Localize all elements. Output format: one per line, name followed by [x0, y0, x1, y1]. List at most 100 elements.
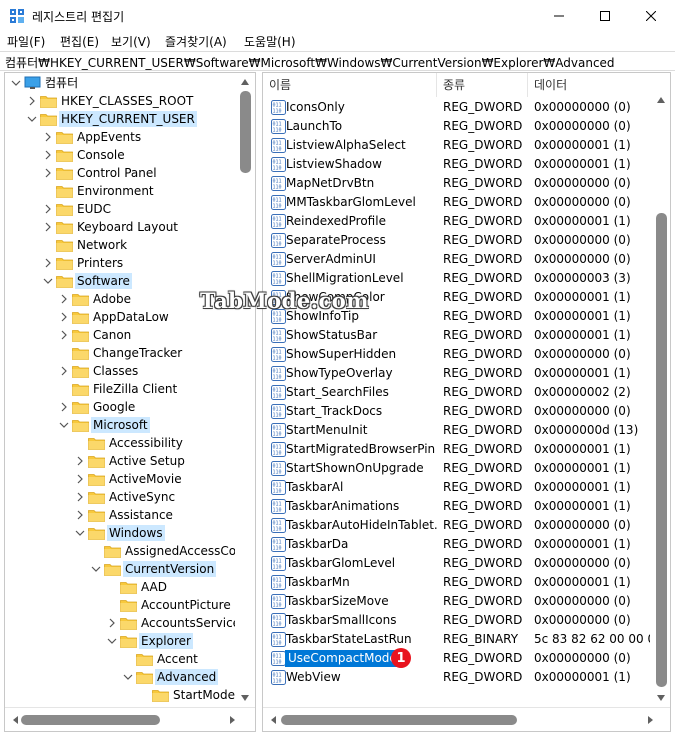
tree-node[interactable]: Control Panel: [5, 164, 235, 182]
value-row[interactable]: 011 110 ReindexedProfile REG_DWORD 0x0000000…: [263, 212, 651, 231]
scroll-down-arrow-icon[interactable]: [657, 695, 665, 701]
value-row[interactable]: 011 110 ShowTypeOverlay REG_DWORD 0x00000001…: [263, 364, 651, 383]
chevron-down-icon[interactable]: [11, 74, 21, 92]
value-row[interactable]: 011 110 TaskbarDa REG_DWORD 0x00000001 (1): [263, 535, 651, 554]
value-row[interactable]: 011 110 StartMigratedBrowserPin REG_DWORD 0x…: [263, 440, 651, 459]
column-header-name[interactable]: 이름: [263, 73, 437, 97]
values-hscroll-thumb[interactable]: [281, 715, 517, 725]
scroll-right-arrow-icon[interactable]: [648, 716, 653, 724]
values-scrollbar-thumb[interactable]: [656, 213, 667, 687]
scroll-down-arrow-icon[interactable]: [241, 695, 249, 701]
value-row[interactable]: 011 110 TaskbarAl REG_DWORD 0x00000001 (1): [263, 478, 651, 497]
chevron-down-icon[interactable]: [91, 560, 101, 578]
tree-horizontal-scrollbar[interactable]: [5, 707, 255, 731]
value-row[interactable]: 011 110 TaskbarSizeMove REG_DWORD 0x00000000…: [263, 592, 651, 611]
values-list-pane[interactable]: 이름 종류 데이터 011 110 IconsOnly REG_DWORD 0x0000…: [262, 72, 671, 732]
tree-node[interactable]: Network: [5, 236, 235, 254]
maximize-button[interactable]: [582, 0, 628, 31]
value-row[interactable]: 011 110 TaskbarSmallIcons REG_DWORD 0x000000…: [263, 611, 651, 630]
value-row[interactable]: 011 110 LaunchTo REG_DWORD 0x00000000 (0): [263, 117, 651, 136]
menu-favorites[interactable]: 즐겨찾기(A): [165, 33, 227, 50]
tree-node[interactable]: CurrentVersion: [5, 560, 235, 578]
values-horizontal-scrollbar[interactable]: [263, 707, 670, 731]
tree-node[interactable]: AccountPicture: [5, 596, 235, 614]
tree-node[interactable]: Microsoft: [5, 416, 235, 434]
tree-node[interactable]: Explorer: [5, 632, 235, 650]
tree-node[interactable]: Classes: [5, 362, 235, 380]
tree-node[interactable]: Keyboard Layout: [5, 218, 235, 236]
column-header-data[interactable]: 데이터: [528, 73, 651, 97]
tree-node[interactable]: AssignedAccessCor: [5, 542, 241, 560]
tree-vertical-scrollbar[interactable]: [235, 73, 255, 707]
tree-node[interactable]: Advanced: [5, 668, 235, 686]
address-bar[interactable]: 컴퓨터₩HKEY_CURRENT_USER₩Software₩Microsoft…: [0, 51, 675, 71]
chevron-right-icon[interactable]: [27, 92, 37, 110]
tree-node[interactable]: HKEY_CLASSES_ROOT: [5, 92, 235, 110]
tree-node[interactable]: Windows: [5, 524, 235, 542]
tree-node[interactable]: Google: [5, 398, 235, 416]
tree-hscroll-thumb[interactable]: [21, 715, 160, 725]
chevron-right-icon[interactable]: [75, 470, 85, 488]
menu-edit[interactable]: 편집(E): [60, 33, 99, 50]
menu-view[interactable]: 보기(V): [111, 33, 151, 50]
chevron-right-icon[interactable]: [59, 290, 69, 308]
chevron-right-icon[interactable]: [59, 326, 69, 344]
value-row[interactable]: 011 110 TaskbarAnimations REG_DWORD 0x000000…: [263, 497, 651, 516]
tree-node[interactable]: ActiveSync: [5, 488, 235, 506]
chevron-down-icon[interactable]: [107, 632, 117, 650]
tree-node[interactable]: AccountsService: [5, 614, 240, 632]
tree-node[interactable]: Canon: [5, 326, 235, 344]
scroll-left-arrow-icon[interactable]: [13, 716, 18, 724]
value-row[interactable]: 011 110 StartMenuInit REG_DWORD 0x0000000d (…: [263, 421, 651, 440]
tree-node[interactable]: AppEvents: [5, 128, 235, 146]
chevron-right-icon[interactable]: [43, 128, 53, 146]
value-row[interactable]: 011 110 TaskbarGlomLevel REG_DWORD 0x0000000…: [263, 554, 651, 573]
scroll-left-arrow-icon[interactable]: [271, 716, 276, 724]
chevron-right-icon[interactable]: [75, 488, 85, 506]
tree-node[interactable]: HKEY_CURRENT_USER: [5, 110, 235, 128]
value-row[interactable]: 011 110 ShowSuperHidden REG_DWORD 0x00000000…: [263, 345, 651, 364]
value-row[interactable]: 011 110 ListviewAlphaSelect REG_DWORD 0x0000…: [263, 136, 651, 155]
value-row[interactable]: 011 110 ShowStatusBar REG_DWORD 0x00000001 (…: [263, 326, 651, 345]
scroll-right-arrow-icon[interactable]: [230, 716, 235, 724]
chevron-right-icon[interactable]: [75, 506, 85, 524]
tree-node[interactable]: Environment: [5, 182, 235, 200]
tree-node[interactable]: 컴퓨터: [5, 74, 235, 92]
tree-node[interactable]: Printers: [5, 254, 235, 272]
value-row[interactable]: 011 110 ServerAdminUI REG_DWORD 0x00000000 (…: [263, 250, 651, 269]
chevron-right-icon[interactable]: [43, 218, 53, 236]
value-row[interactable]: 011 110 ListviewShadow REG_DWORD 0x00000001 …: [263, 155, 651, 174]
chevron-down-icon[interactable]: [27, 110, 37, 128]
tree-node[interactable]: Console: [5, 146, 235, 164]
chevron-down-icon[interactable]: [75, 524, 85, 542]
chevron-down-icon[interactable]: [59, 416, 69, 434]
column-header-type[interactable]: 종류: [437, 73, 528, 97]
tree-node[interactable]: Accent: [5, 650, 235, 668]
chevron-right-icon[interactable]: [107, 614, 117, 632]
chevron-right-icon[interactable]: [43, 254, 53, 272]
value-row[interactable]: 011 110 UseCompactMode REG_DWORD 0x00000000 …: [263, 649, 651, 668]
scroll-up-arrow-icon[interactable]: [657, 97, 665, 103]
value-row[interactable]: 011 110 MMTaskbarGlomLevel REG_DWORD 0x00000…: [263, 193, 651, 212]
chevron-right-icon[interactable]: [59, 308, 69, 326]
value-row[interactable]: 011 110 TaskbarAutoHideInTablet... REG_DWOR…: [263, 516, 651, 535]
tree-node[interactable]: FileZilla Client: [5, 380, 235, 398]
value-row[interactable]: 011 110 StartShownOnUpgrade REG_DWORD 0x0000…: [263, 459, 651, 478]
minimize-button[interactable]: [536, 0, 582, 31]
key-tree-pane[interactable]: 컴퓨터 HKEY_CLASSES_ROOT HKEY_CURRENT_USER App…: [4, 72, 256, 732]
value-row[interactable]: 011 110 Start_SearchFiles REG_DWORD 0x000000…: [263, 383, 651, 402]
address-path[interactable]: 컴퓨터₩HKEY_CURRENT_USER₩Software₩Microsoft…: [5, 54, 615, 71]
tree-node[interactable]: Accessibility: [5, 434, 235, 452]
chevron-right-icon[interactable]: [43, 200, 53, 218]
chevron-right-icon[interactable]: [43, 164, 53, 182]
scroll-up-arrow-icon[interactable]: [241, 79, 249, 85]
chevron-right-icon[interactable]: [75, 452, 85, 470]
value-row[interactable]: 011 110 SeparateProcess REG_DWORD 0x00000000…: [263, 231, 651, 250]
tree-node[interactable]: Active Setup: [5, 452, 235, 470]
tree-node[interactable]: ChangeTracker: [5, 344, 235, 362]
chevron-right-icon[interactable]: [59, 362, 69, 380]
value-row[interactable]: 011 110 WebView REG_DWORD 0x00000001 (1): [263, 668, 651, 687]
chevron-right-icon[interactable]: [59, 398, 69, 416]
tree-node[interactable]: StartMode: [5, 686, 235, 704]
value-row[interactable]: 011 110 Start_TrackDocs REG_DWORD 0x00000000…: [263, 402, 651, 421]
